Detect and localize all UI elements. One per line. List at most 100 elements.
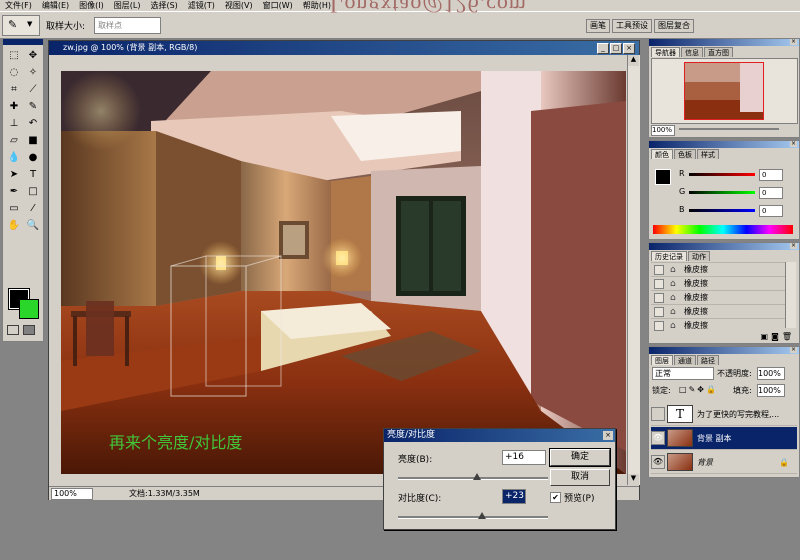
navigator-zoom-field[interactable]: 100% <box>651 125 675 136</box>
lock-transparency-icon[interactable]: □ <box>679 385 689 394</box>
close-button[interactable]: × <box>623 43 635 54</box>
ok-button[interactable]: 确定 <box>549 448 611 467</box>
eyedropper-preset-button[interactable]: ✎ ▼ <box>2 15 40 36</box>
tab-color[interactable]: 颜色 <box>651 149 673 159</box>
contrast-slider[interactable] <box>398 516 548 519</box>
lock-move-icon[interactable]: ✥ <box>697 385 706 394</box>
history-panel-header[interactable]: × <box>649 243 799 250</box>
blue-value[interactable]: 0 <box>759 205 783 217</box>
layer-visibility-toggle[interactable] <box>651 407 665 421</box>
layer-row[interactable]: T 为了更快的写完教程,... <box>651 403 797 426</box>
zoom-tool-icon[interactable]: 🔍 <box>24 217 42 233</box>
panel-close-icon[interactable]: × <box>790 243 797 249</box>
tab-histogram[interactable]: 直方图 <box>704 47 733 57</box>
tab-layers[interactable]: 图层 <box>651 355 673 365</box>
quick-mask-icon[interactable] <box>23 325 35 335</box>
menu-image[interactable]: 图像(I) <box>74 0 109 11</box>
menu-filter[interactable]: 滤镜(T) <box>183 0 220 11</box>
blend-mode-select[interactable]: 正常 <box>652 367 714 380</box>
menu-select[interactable]: 选择(S) <box>145 0 182 11</box>
tab-paths[interactable]: 路径 <box>697 355 719 365</box>
document-size-info[interactable]: 文档:1.33M/3.35M <box>129 488 200 499</box>
green-value[interactable]: 0 <box>759 187 783 199</box>
brush-tool-icon[interactable]: ✎ <box>24 98 42 114</box>
contrast-input[interactable]: +23 <box>502 489 526 504</box>
gradient-tool-icon[interactable]: ■ <box>24 132 42 148</box>
tab-channels[interactable]: 通道 <box>674 355 696 365</box>
eyedropper-tool-icon[interactable]: ⁄ <box>24 200 42 216</box>
history-brush-tool-icon[interactable]: ↶ <box>24 115 42 131</box>
dialog-title[interactable]: 亮度/对比度 <box>384 429 615 442</box>
path-select-tool-icon[interactable]: ➤ <box>5 166 23 182</box>
menu-window[interactable]: 窗口(W) <box>258 0 298 11</box>
dodge-tool-icon[interactable]: ● <box>24 149 42 165</box>
marquee-tool-icon[interactable]: ⬚ <box>5 47 23 63</box>
panel-close-icon[interactable]: × <box>790 141 797 147</box>
history-item[interactable]: ⌂ 橡皮擦 <box>651 290 785 304</box>
menu-file[interactable]: 文件(F) <box>0 0 37 11</box>
move-tool-icon[interactable]: ✥ <box>24 47 42 63</box>
color-ramp[interactable] <box>653 225 793 234</box>
menu-view[interactable]: 视图(V) <box>220 0 258 11</box>
pen-tool-icon[interactable]: ✒ <box>5 183 23 199</box>
dock-tab-tool-presets[interactable]: 工具预设 <box>612 19 652 33</box>
lock-all-icon[interactable]: 🔒 <box>706 385 718 394</box>
sample-size-select[interactable]: 取样点 <box>94 17 161 34</box>
hand-tool-icon[interactable]: ✋ <box>5 217 23 233</box>
eraser-tool-icon[interactable]: ▱ <box>5 132 23 148</box>
snapshot-icon[interactable]: ◙ <box>771 332 782 341</box>
blur-tool-icon[interactable]: 💧 <box>5 149 23 165</box>
image-canvas[interactable]: 再来个亮度/对比度 <box>61 71 626 474</box>
preview-checkbox[interactable]: ✔ <box>550 492 561 503</box>
brightness-input[interactable]: +16 <box>502 450 546 465</box>
fill-field[interactable]: 100% <box>757 384 785 397</box>
menu-layer[interactable]: 图层(L) <box>109 0 146 11</box>
history-item[interactable]: ⌂ 橡皮擦 <box>651 262 785 276</box>
dialog-close-icon[interactable]: × <box>603 431 613 440</box>
navigator-preview-area[interactable] <box>651 58 798 124</box>
panel-close-icon[interactable]: × <box>790 39 797 45</box>
tab-navigator[interactable]: 导航器 <box>651 47 680 57</box>
scroll-up-icon[interactable]: ▲ <box>628 55 639 66</box>
panel-close-icon[interactable]: × <box>790 347 797 353</box>
brightness-slider-thumb[interactable] <box>473 473 481 480</box>
contrast-slider-thumb[interactable] <box>478 512 486 519</box>
tab-history[interactable]: 历史记录 <box>651 251 687 261</box>
healing-brush-tool-icon[interactable]: ✚ <box>5 98 23 114</box>
history-item[interactable]: ⌂ 橡皮擦 <box>651 276 785 290</box>
background-color-swatch[interactable] <box>19 299 39 319</box>
cancel-button[interactable]: 取消 <box>550 469 610 486</box>
menu-edit[interactable]: 编辑(E) <box>37 0 74 11</box>
history-item[interactable]: ⌂ 橡皮擦 <box>651 304 785 318</box>
standard-mode-icon[interactable] <box>7 325 19 335</box>
layers-panel-header[interactable]: × <box>649 347 799 354</box>
history-scrollbar[interactable] <box>785 262 796 328</box>
slice-tool-icon[interactable]: ⟋ <box>24 81 42 97</box>
tab-styles[interactable]: 样式 <box>697 149 719 159</box>
navigator-panel-header[interactable]: × <box>649 39 799 46</box>
new-document-icon[interactable]: ▣ <box>761 332 772 341</box>
magic-wand-tool-icon[interactable]: ✧ <box>24 64 42 80</box>
minimize-button[interactable]: _ <box>597 43 609 54</box>
layer-row[interactable]: 👁 背景 🔒 <box>651 451 797 474</box>
scroll-down-icon[interactable]: ▼ <box>628 474 639 485</box>
clone-stamp-tool-icon[interactable]: ⊥ <box>5 115 23 131</box>
dock-tab-brushes[interactable]: 画笔 <box>586 19 610 33</box>
layer-row-selected[interactable]: 👁 背景 副本 <box>651 427 797 450</box>
tab-actions[interactable]: 动作 <box>688 251 710 261</box>
red-value[interactable]: 0 <box>759 169 783 181</box>
maximize-button[interactable]: □ <box>610 43 622 54</box>
vertical-scrollbar[interactable]: ▲ ▼ <box>627 55 640 485</box>
shape-tool-icon[interactable]: □ <box>24 183 42 199</box>
notes-tool-icon[interactable]: ▭ <box>5 200 23 216</box>
crop-tool-icon[interactable]: ⌗ <box>5 81 23 97</box>
opacity-field[interactable]: 100% <box>757 367 785 380</box>
lasso-tool-icon[interactable]: ◌ <box>5 64 23 80</box>
zoom-field[interactable]: 100% <box>51 488 93 500</box>
history-item[interactable]: ⌂ 橡皮擦 <box>651 318 785 332</box>
eye-icon[interactable]: 👁 <box>651 431 665 445</box>
trash-icon[interactable]: 🗑 <box>782 332 795 341</box>
lock-paint-icon[interactable]: ✎ <box>689 385 698 394</box>
navigator-zoom-slider[interactable] <box>679 128 779 130</box>
tab-info[interactable]: 信息 <box>681 47 703 57</box>
